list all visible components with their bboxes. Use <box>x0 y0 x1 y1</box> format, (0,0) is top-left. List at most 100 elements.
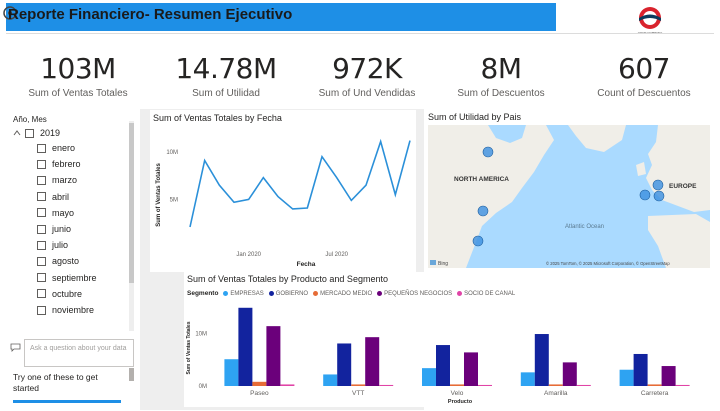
bar-mercado-medio[interactable] <box>252 381 267 386</box>
map-bubble-france[interactable] <box>652 179 664 191</box>
map-label-ocean: Atlantic Ocean <box>565 224 604 230</box>
x-tick-label: Carretera <box>641 390 669 397</box>
bar-empresas[interactable] <box>520 372 535 386</box>
qna-suggestion-text: Try one of these to get started <box>13 372 98 393</box>
month-checkbox[interactable] <box>37 143 46 153</box>
slicer-item-month[interactable]: junio <box>37 222 71 236</box>
map-visual[interactable]: Sum of Utilidad by Pais NORTH AMERICA EU… <box>426 110 712 270</box>
bar-mercado-medio[interactable] <box>647 384 662 386</box>
bar-gobierno[interactable] <box>238 307 253 386</box>
kpi-card-unidades[interactable]: 972K Sum of Und Vendidas <box>297 50 437 99</box>
kpi-label: Sum of Und Vendidas <box>318 88 416 99</box>
map-label-north-america: NORTH AMERICA <box>454 176 509 183</box>
qna-scrollbar[interactable] <box>129 368 134 381</box>
chat-bubble-icon <box>10 343 21 352</box>
qna-suggestion-bar[interactable] <box>13 400 121 403</box>
bar-socio-de-canal[interactable] <box>478 384 492 386</box>
slicer-item-month[interactable]: octubre <box>37 287 82 301</box>
bar-gobierno[interactable] <box>534 334 549 386</box>
slicer-item-month[interactable]: julio <box>37 238 68 252</box>
month-checkbox[interactable] <box>37 273 46 283</box>
slicer-item-year[interactable]: 2019 <box>13 126 60 140</box>
x-tick-label: Jul 2020 <box>325 252 348 258</box>
slicer-item-month[interactable]: marzo <box>37 173 77 187</box>
map-bubble-germany[interactable] <box>639 189 651 201</box>
page-title: Reporte Financiero- Resumen Ejecutivo <box>8 6 293 23</box>
x-axis-title: Fecha <box>297 261 316 268</box>
y-tick-label: 10M <box>166 150 178 156</box>
kpi-card-utilidad[interactable]: 14.78M Sum of Utilidad <box>156 50 296 99</box>
bar-chart-visual[interactable]: Sum of Ventas Totales by Producto and Se… <box>184 272 712 407</box>
kpi-card-descuentos[interactable]: 8M Sum of Descuentos <box>431 50 571 99</box>
slicer-item-month[interactable]: agosto <box>37 254 79 268</box>
kpi-label: Sum of Utilidad <box>192 88 260 99</box>
bar-socio-de-canal[interactable] <box>379 384 394 386</box>
bing-logo-icon <box>430 260 436 265</box>
bar-empresas[interactable] <box>323 374 338 386</box>
kpi-card-count-descuentos[interactable]: 607 Count of Descuentos <box>574 50 714 99</box>
bar-peque-os-negocios[interactable] <box>365 337 380 386</box>
year-checkbox[interactable] <box>25 128 34 138</box>
map-attribution[interactable]: © 2025 TomTom, © 2025 Microsoft Corporat… <box>546 261 670 266</box>
x-tick-label: Velo <box>451 390 464 397</box>
slicer-scrollbar-thumb[interactable] <box>129 123 134 283</box>
bar-peque-os-negocios[interactable] <box>562 362 577 386</box>
month-checkbox[interactable] <box>37 256 46 266</box>
month-checkbox[interactable] <box>37 208 46 218</box>
qna-input[interactable]: Ask a question about your data <box>24 339 134 367</box>
chevron-up-icon[interactable] <box>13 129 21 137</box>
bar-peque-os-negocios[interactable] <box>464 352 478 386</box>
bar-gobierno[interactable] <box>436 345 450 386</box>
kpi-value: 8M <box>480 52 522 85</box>
month-checkbox[interactable] <box>37 175 46 185</box>
bar-peque-os-negocios[interactable] <box>266 326 281 386</box>
x-tick-label: Jan 2020 <box>236 252 261 258</box>
bar-empresas[interactable] <box>224 359 239 386</box>
slicer-month-label: febrero <box>52 159 81 170</box>
slicer-month-label: agosto <box>52 256 80 267</box>
map-svg[interactable]: NORTH AMERICA EUROPE Atlantic Ocean Bing… <box>426 110 712 270</box>
bar-mercado-medio[interactable] <box>548 384 563 386</box>
slicer-item-month[interactable]: noviembre <box>37 303 94 317</box>
bar-peque-os-negocios[interactable] <box>661 366 676 386</box>
map-bubble-mexico[interactable] <box>472 235 484 247</box>
slicer-item-month[interactable]: enero <box>37 141 75 155</box>
kpi-label: Sum of Descuentos <box>457 88 545 99</box>
slicer-item-month[interactable]: abril <box>37 190 69 204</box>
map-bubble-spain[interactable] <box>653 190 665 202</box>
kpi-card-ventas[interactable]: 103M Sum of Ventas Totales <box>8 50 148 99</box>
bar-socio-de-canal[interactable] <box>280 384 295 386</box>
bar-empresas[interactable] <box>619 369 634 386</box>
bar-mercado-medio[interactable] <box>450 384 464 386</box>
slicer-month-label: enero <box>52 143 76 153</box>
month-checkbox[interactable] <box>37 159 46 169</box>
kpi-label: Count of Descuentos <box>597 88 691 99</box>
month-checkbox[interactable] <box>37 305 46 315</box>
bar-socio-de-canal[interactable] <box>576 384 591 386</box>
y-tick-label: 5M <box>170 198 178 204</box>
x-tick-label: Amarilla <box>544 390 568 397</box>
month-checkbox[interactable] <box>37 289 46 299</box>
bar-mercado-medio[interactable] <box>351 384 366 386</box>
month-checkbox[interactable] <box>37 240 46 250</box>
ventas-line-series[interactable] <box>189 138 411 228</box>
slicer-month-label: junio <box>52 224 72 234</box>
slicer-item-month[interactable]: septiembre <box>37 271 97 285</box>
x-tick-label: Paseo <box>250 390 269 397</box>
bar-empresas[interactable] <box>422 368 436 386</box>
month-checkbox[interactable] <box>37 224 46 234</box>
bing-label: Bing <box>438 261 448 267</box>
bar-gobierno[interactable] <box>633 353 648 386</box>
slicer-item-month[interactable]: febrero <box>37 157 81 171</box>
line-chart-visual[interactable]: Sum of Ventas Totales by Fecha 5M 10M Jan … <box>150 110 416 272</box>
map-bubble-united-states[interactable] <box>477 205 489 217</box>
slicer-item-month[interactable]: mayo <box>37 206 74 220</box>
map-bubble-canada[interactable] <box>482 146 494 158</box>
month-checkbox[interactable] <box>37 192 46 202</box>
x-tick-label: VTT <box>352 390 364 397</box>
bar-gobierno[interactable] <box>337 343 352 386</box>
y-axis-title: Sum of Ventas Totales <box>156 163 162 227</box>
slicer-month-label: noviembre <box>52 305 95 315</box>
bar-socio-de-canal[interactable] <box>675 384 690 386</box>
kpi-value: 972K <box>332 52 402 85</box>
